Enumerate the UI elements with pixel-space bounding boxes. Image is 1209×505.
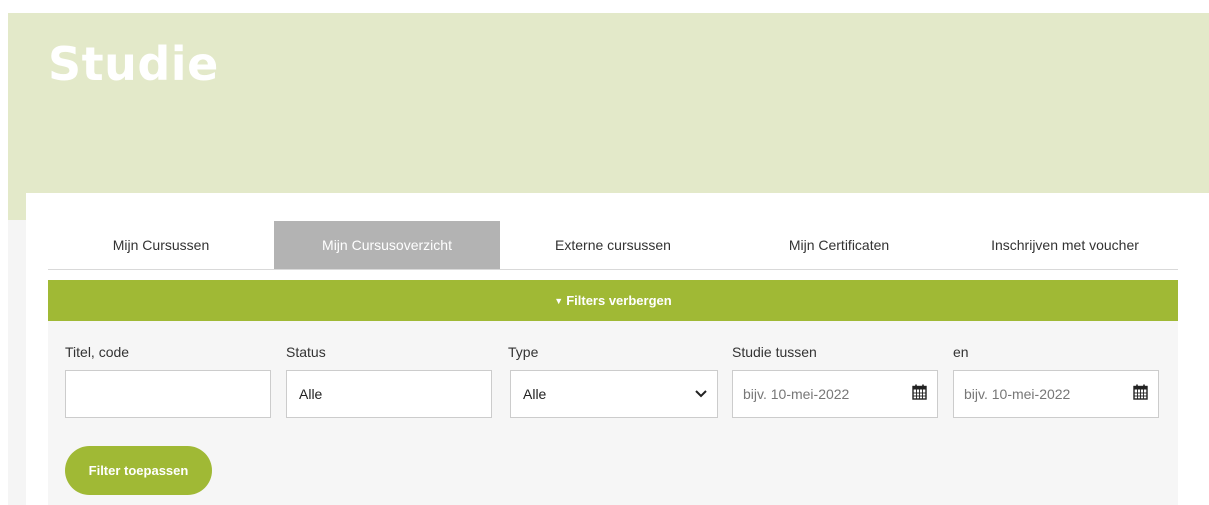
type-filter-label: Type xyxy=(508,344,539,360)
status-filter-value: Alle xyxy=(299,386,323,402)
tab-mijn-cursusoverzicht[interactable]: Mijn Cursusoverzicht xyxy=(274,221,500,269)
type-filter-value: Alle xyxy=(523,386,547,402)
page: Studie Mijn Cursussen Mijn Cursusoverzic… xyxy=(0,0,1209,505)
calendar-icon[interactable] xyxy=(1133,384,1148,400)
tab-externe-cursussen[interactable]: Externe cursussen xyxy=(500,221,726,269)
tab-mijn-cursussen[interactable]: Mijn Cursussen xyxy=(48,221,274,269)
hero-banner: Studie xyxy=(8,13,1209,220)
status-filter-input[interactable]: Alle xyxy=(286,370,492,418)
title-filter-label: Titel, code xyxy=(65,344,130,360)
date-from-label: Studie tussen xyxy=(732,344,817,360)
type-filter-select[interactable]: Alle xyxy=(510,370,718,418)
date-to-label: en xyxy=(953,344,969,360)
chevron-down-icon xyxy=(695,390,707,398)
filters-toggle-label: Filters verbergen xyxy=(566,293,672,308)
date-to-placeholder: bijv. 10-mei-2022 xyxy=(964,386,1071,402)
tab-inschrijven-met-voucher[interactable]: Inschrijven met voucher xyxy=(952,221,1178,269)
date-to-input[interactable]: bijv. 10-mei-2022 xyxy=(953,370,1159,418)
status-filter-label: Status xyxy=(286,344,326,360)
filters-toggle-button[interactable]: ▼ Filters verbergen xyxy=(48,280,1178,321)
date-from-placeholder: bijv. 10-mei-2022 xyxy=(743,386,850,402)
caret-down-icon: ▼ xyxy=(554,295,564,306)
date-from-input[interactable]: bijv. 10-mei-2022 xyxy=(732,370,938,418)
calendar-icon[interactable] xyxy=(912,384,927,400)
apply-filter-button[interactable]: Filter toepassen xyxy=(65,446,212,495)
page-title: Studie xyxy=(48,37,219,91)
tab-bar: Mijn Cursussen Mijn Cursusoverzicht Exte… xyxy=(48,221,1178,270)
tab-mijn-certificaten[interactable]: Mijn Certificaten xyxy=(726,221,952,269)
title-filter-input[interactable] xyxy=(65,370,271,418)
side-gutter xyxy=(8,220,26,505)
